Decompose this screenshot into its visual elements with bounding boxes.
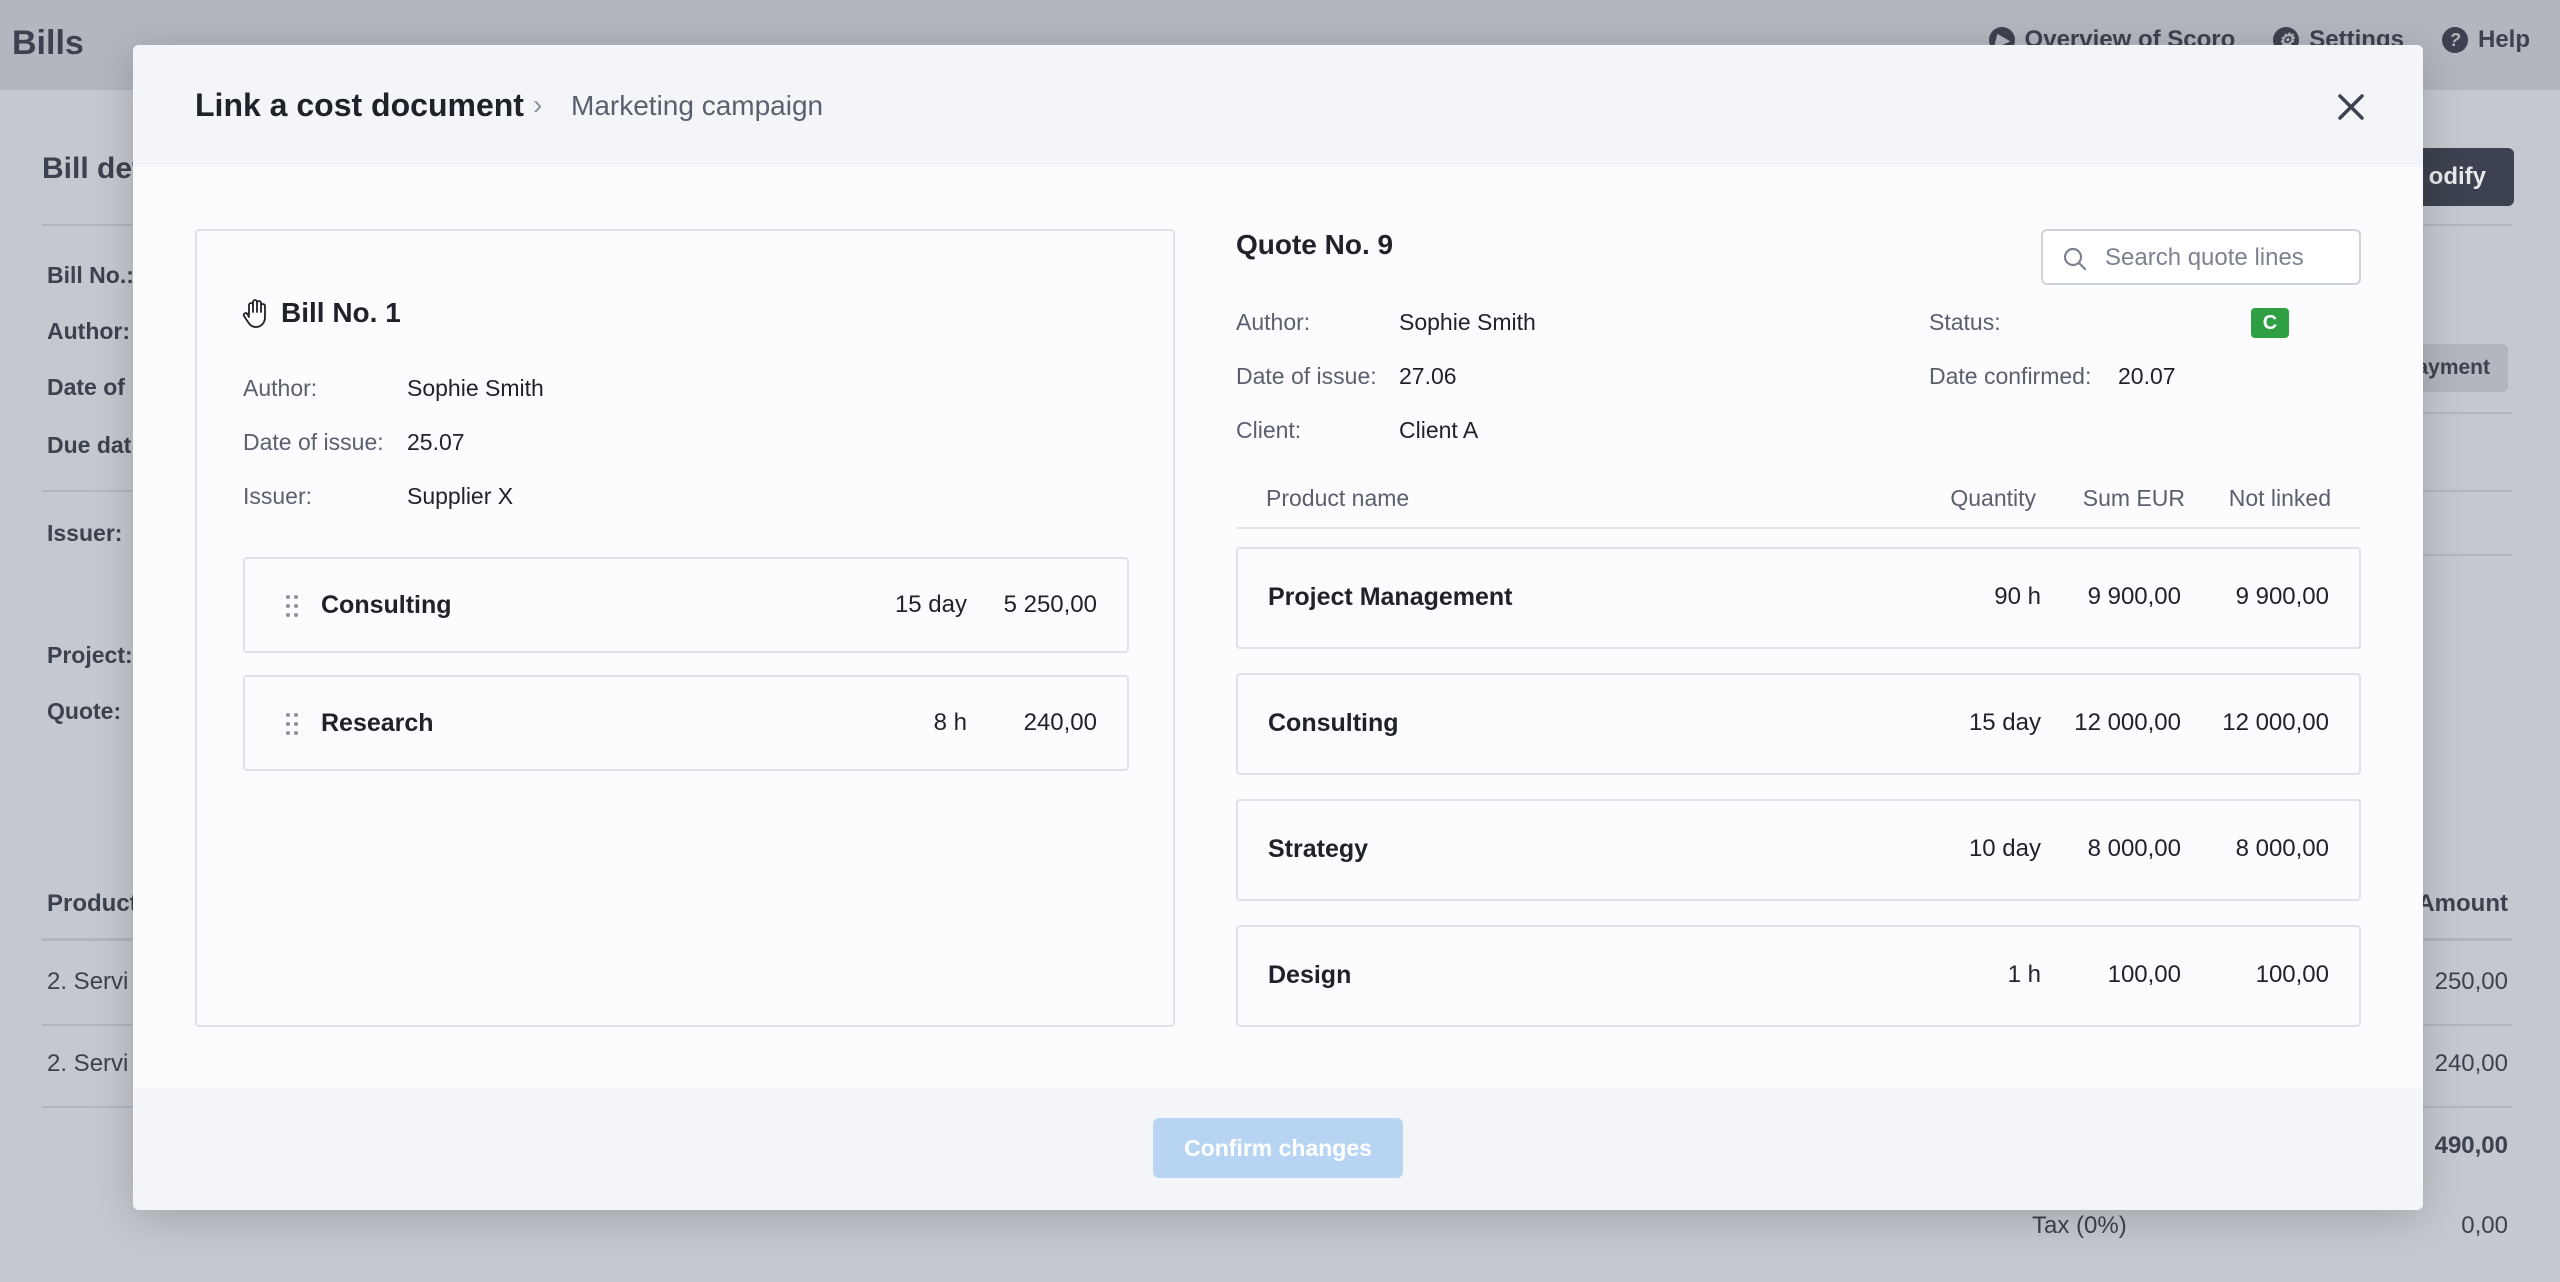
search-quote-lines[interactable]: [2041, 229, 2361, 285]
bill-author-label: Author:: [243, 375, 318, 401]
quote-status-label: Status:: [1929, 309, 2001, 335]
quote-line-qty: 90 h: [1994, 583, 2041, 610]
bill-line-name: Consulting: [321, 591, 452, 619]
bill-issuer-label: Issuer:: [243, 483, 313, 509]
bill-line-sum: 5 250,00: [1003, 591, 1097, 618]
column-header-quantity: Quantity: [1950, 485, 2036, 511]
quote-title: Quote No. 9: [1236, 229, 1394, 260]
bill-panel: Bill No. 1 Author: Sophie Smith Date of …: [195, 229, 1175, 1027]
link-cost-document-modal: Link a cost document › Marketing campaig…: [133, 45, 2423, 1210]
bill-title: Bill No. 1: [281, 297, 401, 328]
quote-line-sum: 9 900,00: [2087, 583, 2181, 610]
status-badge: C: [2251, 308, 2289, 338]
close-button[interactable]: [2331, 87, 2371, 127]
bill-author: Sophie Smith: [407, 375, 544, 401]
drag-handle-icon[interactable]: [283, 593, 301, 619]
quote-line-not-linked: 9 900,00: [2235, 583, 2329, 610]
quote-line-qty: 1 h: [2007, 961, 2041, 988]
quote-line-item[interactable]: Strategy 10 day 8 000,00 8 000,00: [1236, 799, 2361, 901]
close-icon: [2338, 94, 2364, 120]
bill-line-qty: 8 h: [933, 709, 967, 736]
quote-date-label: Date of issue:: [1236, 363, 1377, 389]
quote-line-sum: 8 000,00: [2087, 835, 2181, 862]
column-header-sum: Sum EUR: [2082, 485, 2185, 511]
search-input[interactable]: [2103, 239, 2357, 277]
quote-line-not-linked: 8 000,00: [2235, 835, 2329, 862]
quote-line-qty: 15 day: [1968, 709, 2041, 736]
column-header-not-linked: Not linked: [2228, 485, 2331, 511]
quote-line-not-linked: 100,00: [2255, 961, 2329, 988]
breadcrumb-separator: ›: [533, 89, 543, 120]
quote-author-label: Author:: [1236, 309, 1311, 335]
bill-issuer: Supplier X: [407, 483, 514, 509]
bill-line-sum: 240,00: [1023, 709, 1097, 736]
quote-line-item[interactable]: Consulting 15 day 12 000,00 12 000,00: [1236, 673, 2361, 775]
table-header-divider: [1236, 527, 2361, 529]
quote-confirmed-label: Date confirmed:: [1929, 363, 2092, 389]
quote-line-sum: 100,00: [2107, 961, 2181, 988]
drag-handle-icon[interactable]: [283, 711, 301, 737]
quote-confirmed: 20.07: [2118, 363, 2176, 389]
grab-hand-icon: [242, 299, 266, 328]
quote-line-not-linked: 12 000,00: [2222, 709, 2329, 736]
bill-line-item[interactable]: Research 8 h 240,00: [243, 675, 1129, 771]
quote-line-name: Project Management: [1268, 583, 1513, 611]
modal-subtitle: Marketing campaign: [571, 90, 824, 121]
bill-line-name: Research: [321, 709, 434, 737]
quote-line-name: Consulting: [1268, 709, 1399, 737]
quote-line-name: Design: [1268, 961, 1352, 989]
confirm-changes-button[interactable]: Confirm changes: [1153, 1118, 1403, 1178]
bill-date: 25.07: [407, 429, 465, 455]
bill-line-qty: 15 day: [894, 591, 967, 618]
quote-line-item[interactable]: Design 1 h 100,00 100,00: [1236, 925, 2361, 1027]
modal-header: Link a cost document › Marketing campaig…: [133, 45, 2423, 167]
quote-line-sum: 12 000,00: [2074, 709, 2181, 736]
quote-client-label: Client:: [1236, 417, 1302, 443]
quote-line-item[interactable]: Project Management 90 h 9 900,00 9 900,0…: [1236, 547, 2361, 649]
bill-date-label: Date of issue:: [243, 429, 384, 455]
quote-line-name: Strategy: [1268, 835, 1369, 863]
quote-date: 27.06: [1399, 363, 1457, 389]
quote-client: Client A: [1399, 417, 1479, 443]
bill-line-item[interactable]: Consulting 15 day 5 250,00: [243, 557, 1129, 653]
modal-footer: Confirm changes: [133, 1088, 2423, 1210]
modal-title: Link a cost document: [195, 87, 524, 123]
quote-author: Sophie Smith: [1399, 309, 1536, 335]
search-icon: [2063, 247, 2087, 271]
column-header-product-name: Product name: [1266, 485, 1410, 511]
quote-line-qty: 10 day: [1968, 835, 2041, 862]
